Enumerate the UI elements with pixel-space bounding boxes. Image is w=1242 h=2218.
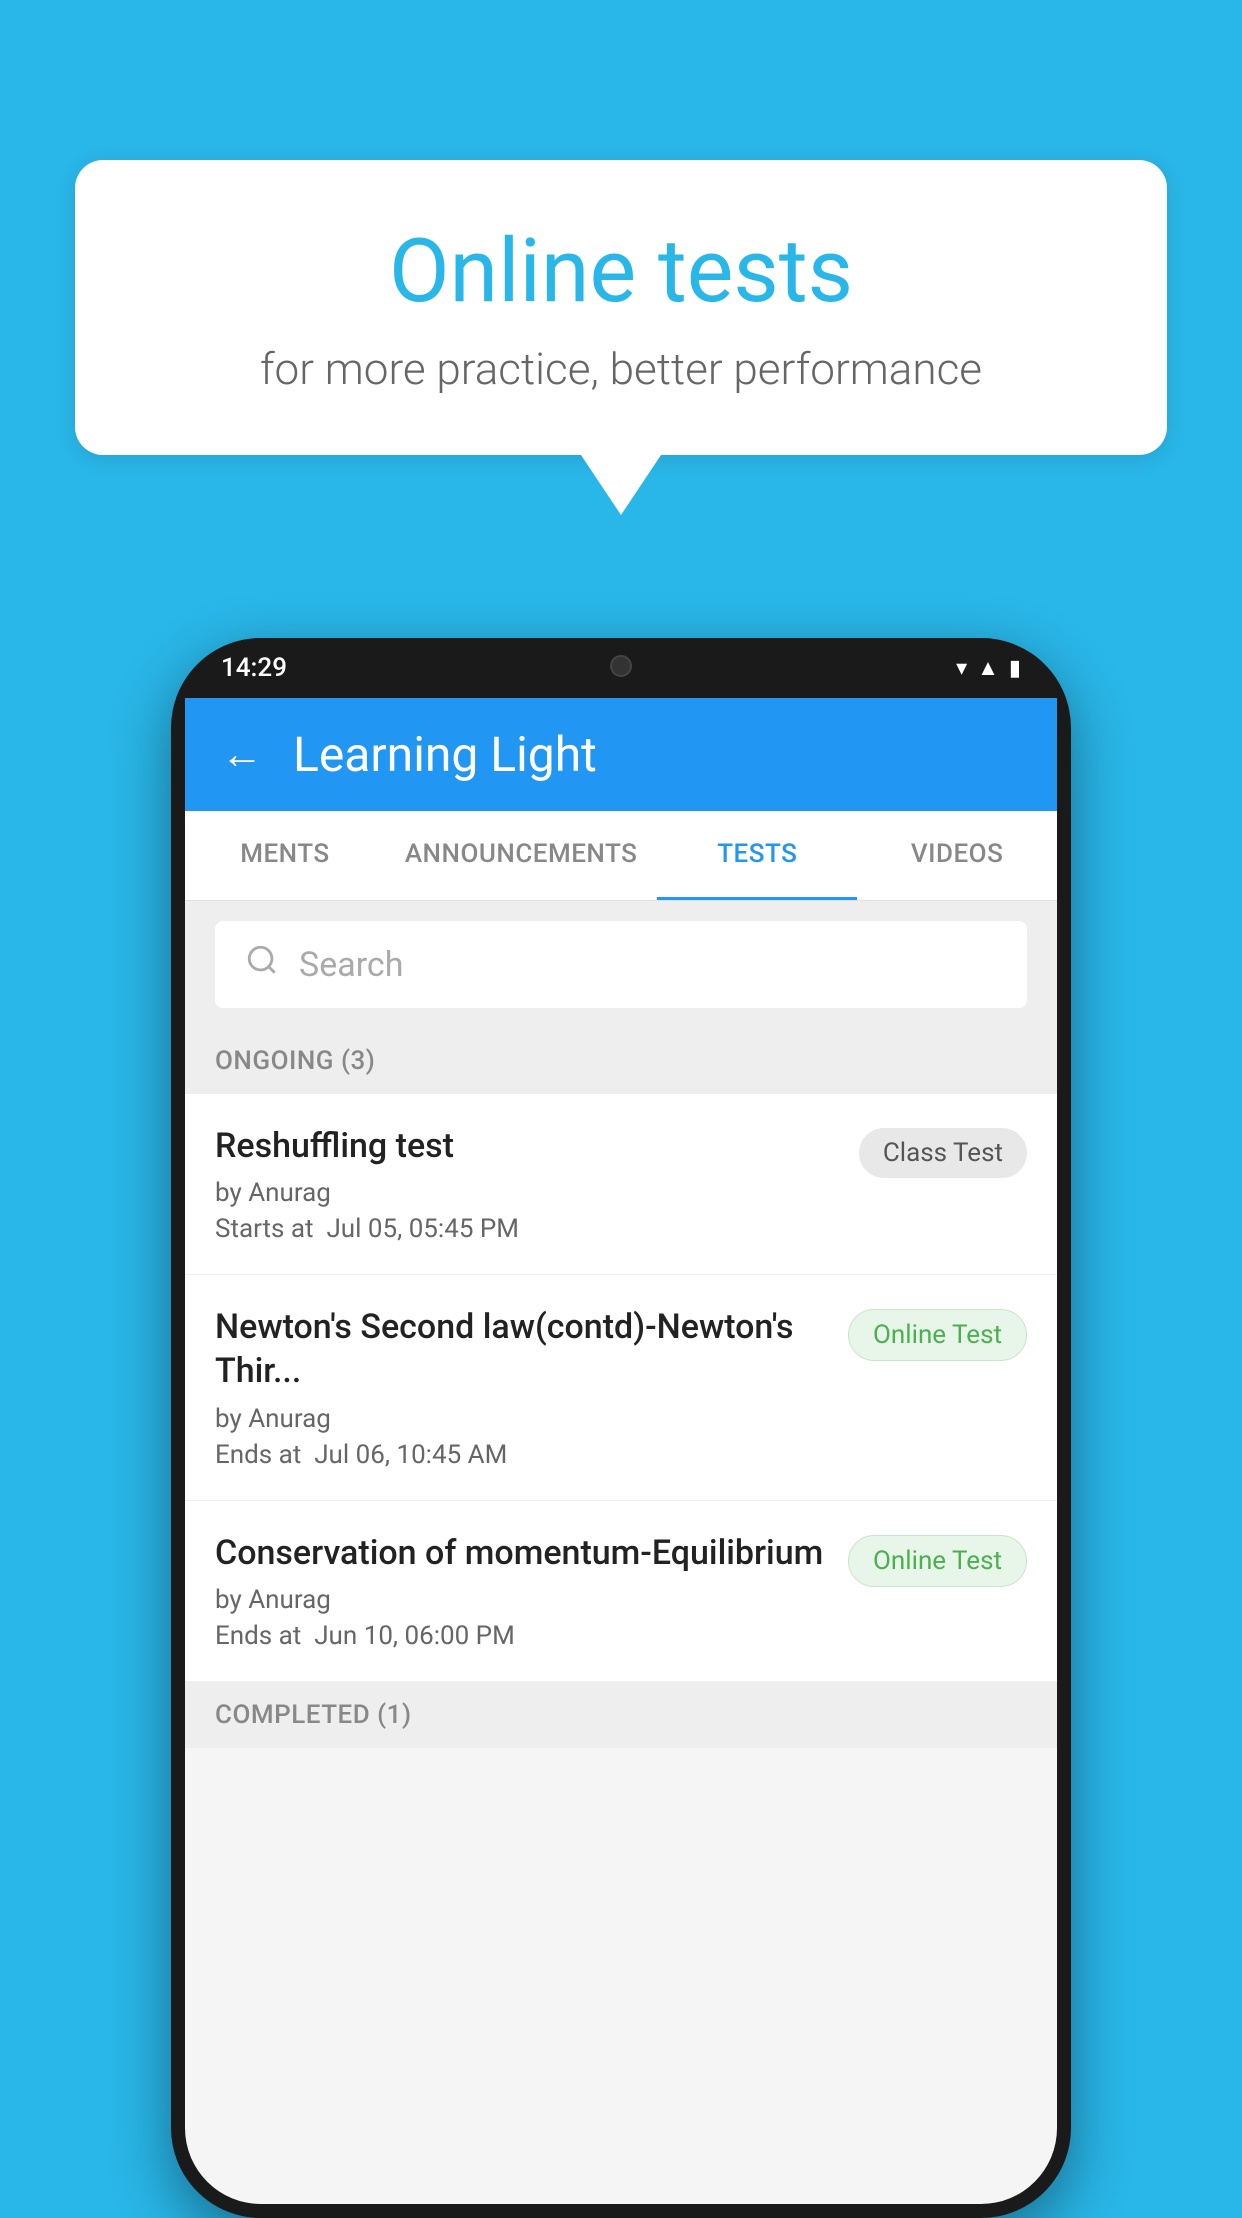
status-icons: ▾ ▲ ▮ [956,655,1021,681]
tab-ments[interactable]: MENTS [185,811,385,900]
phone-notch [531,638,711,693]
test-name-reshuffling: Reshuffling test [215,1124,839,1168]
app-header: ← Learning Light [185,698,1057,811]
ongoing-section-header: ONGOING (3) [185,1028,1057,1094]
search-input-placeholder[interactable]: Search [299,945,403,985]
completed-section-header: COMPLETED (1) [185,1682,1057,1748]
speech-bubble: Online tests for more practice, better p… [75,160,1167,455]
test-time-reshuffling: Starts at Jul 05, 05:45 PM [215,1214,839,1244]
phone-camera [610,655,632,677]
test-item-conservation[interactable]: Conservation of momentum-Equilibrium by … [185,1501,1057,1682]
signal-icon: ▲ [977,655,999,681]
test-name-newton: Newton's Second law(contd)-Newton's Thir… [215,1305,828,1393]
tab-videos[interactable]: VIDEOS [857,811,1057,900]
test-time-newton: Ends at Jul 06, 10:45 AM [215,1440,828,1470]
status-time: 14:29 [221,653,287,683]
phone-frame: 14:29 ▾ ▲ ▮ ← Learning Light MENTS ANNOU… [171,638,1071,2218]
test-author-newton: by Anurag [215,1404,828,1434]
test-list: Reshuffling test by Anurag Starts at Jul… [185,1094,1057,1682]
tab-tests[interactable]: TESTS [657,811,857,900]
test-badge-reshuffling: Class Test [859,1128,1027,1178]
phone-screen: ← Learning Light MENTS ANNOUNCEMENTS TES… [185,698,1057,2204]
wifi-icon: ▾ [956,656,967,681]
test-info-newton: Newton's Second law(contd)-Newton's Thir… [215,1305,828,1469]
test-info-reshuffling: Reshuffling test by Anurag Starts at Jul… [215,1124,839,1244]
battery-icon: ▮ [1009,656,1021,681]
speech-bubble-title: Online tests [155,220,1087,323]
test-item-newton[interactable]: Newton's Second law(contd)-Newton's Thir… [185,1275,1057,1500]
search-bar[interactable]: Search [215,921,1027,1008]
search-icon [245,943,279,986]
test-badge-newton: Online Test [848,1309,1027,1361]
test-author-conservation: by Anurag [215,1585,828,1615]
back-button[interactable]: ← [221,730,263,779]
tabs-container: MENTS ANNOUNCEMENTS TESTS VIDEOS [185,811,1057,901]
test-time-conservation: Ends at Jun 10, 06:00 PM [215,1621,828,1651]
speech-bubble-container: Online tests for more practice, better p… [75,160,1167,515]
tab-announcements[interactable]: ANNOUNCEMENTS [385,811,658,900]
status-bar: 14:29 ▾ ▲ ▮ [171,638,1071,698]
search-container: Search [185,901,1057,1028]
test-name-conservation: Conservation of momentum-Equilibrium [215,1531,828,1575]
speech-bubble-pointer [581,455,661,515]
speech-bubble-subtitle: for more practice, better performance [155,343,1087,395]
test-badge-conservation: Online Test [848,1535,1027,1587]
test-info-conservation: Conservation of momentum-Equilibrium by … [215,1531,828,1651]
test-item-reshuffling[interactable]: Reshuffling test by Anurag Starts at Jul… [185,1094,1057,1275]
test-author-reshuffling: by Anurag [215,1178,839,1208]
app-title: Learning Light [293,726,597,783]
